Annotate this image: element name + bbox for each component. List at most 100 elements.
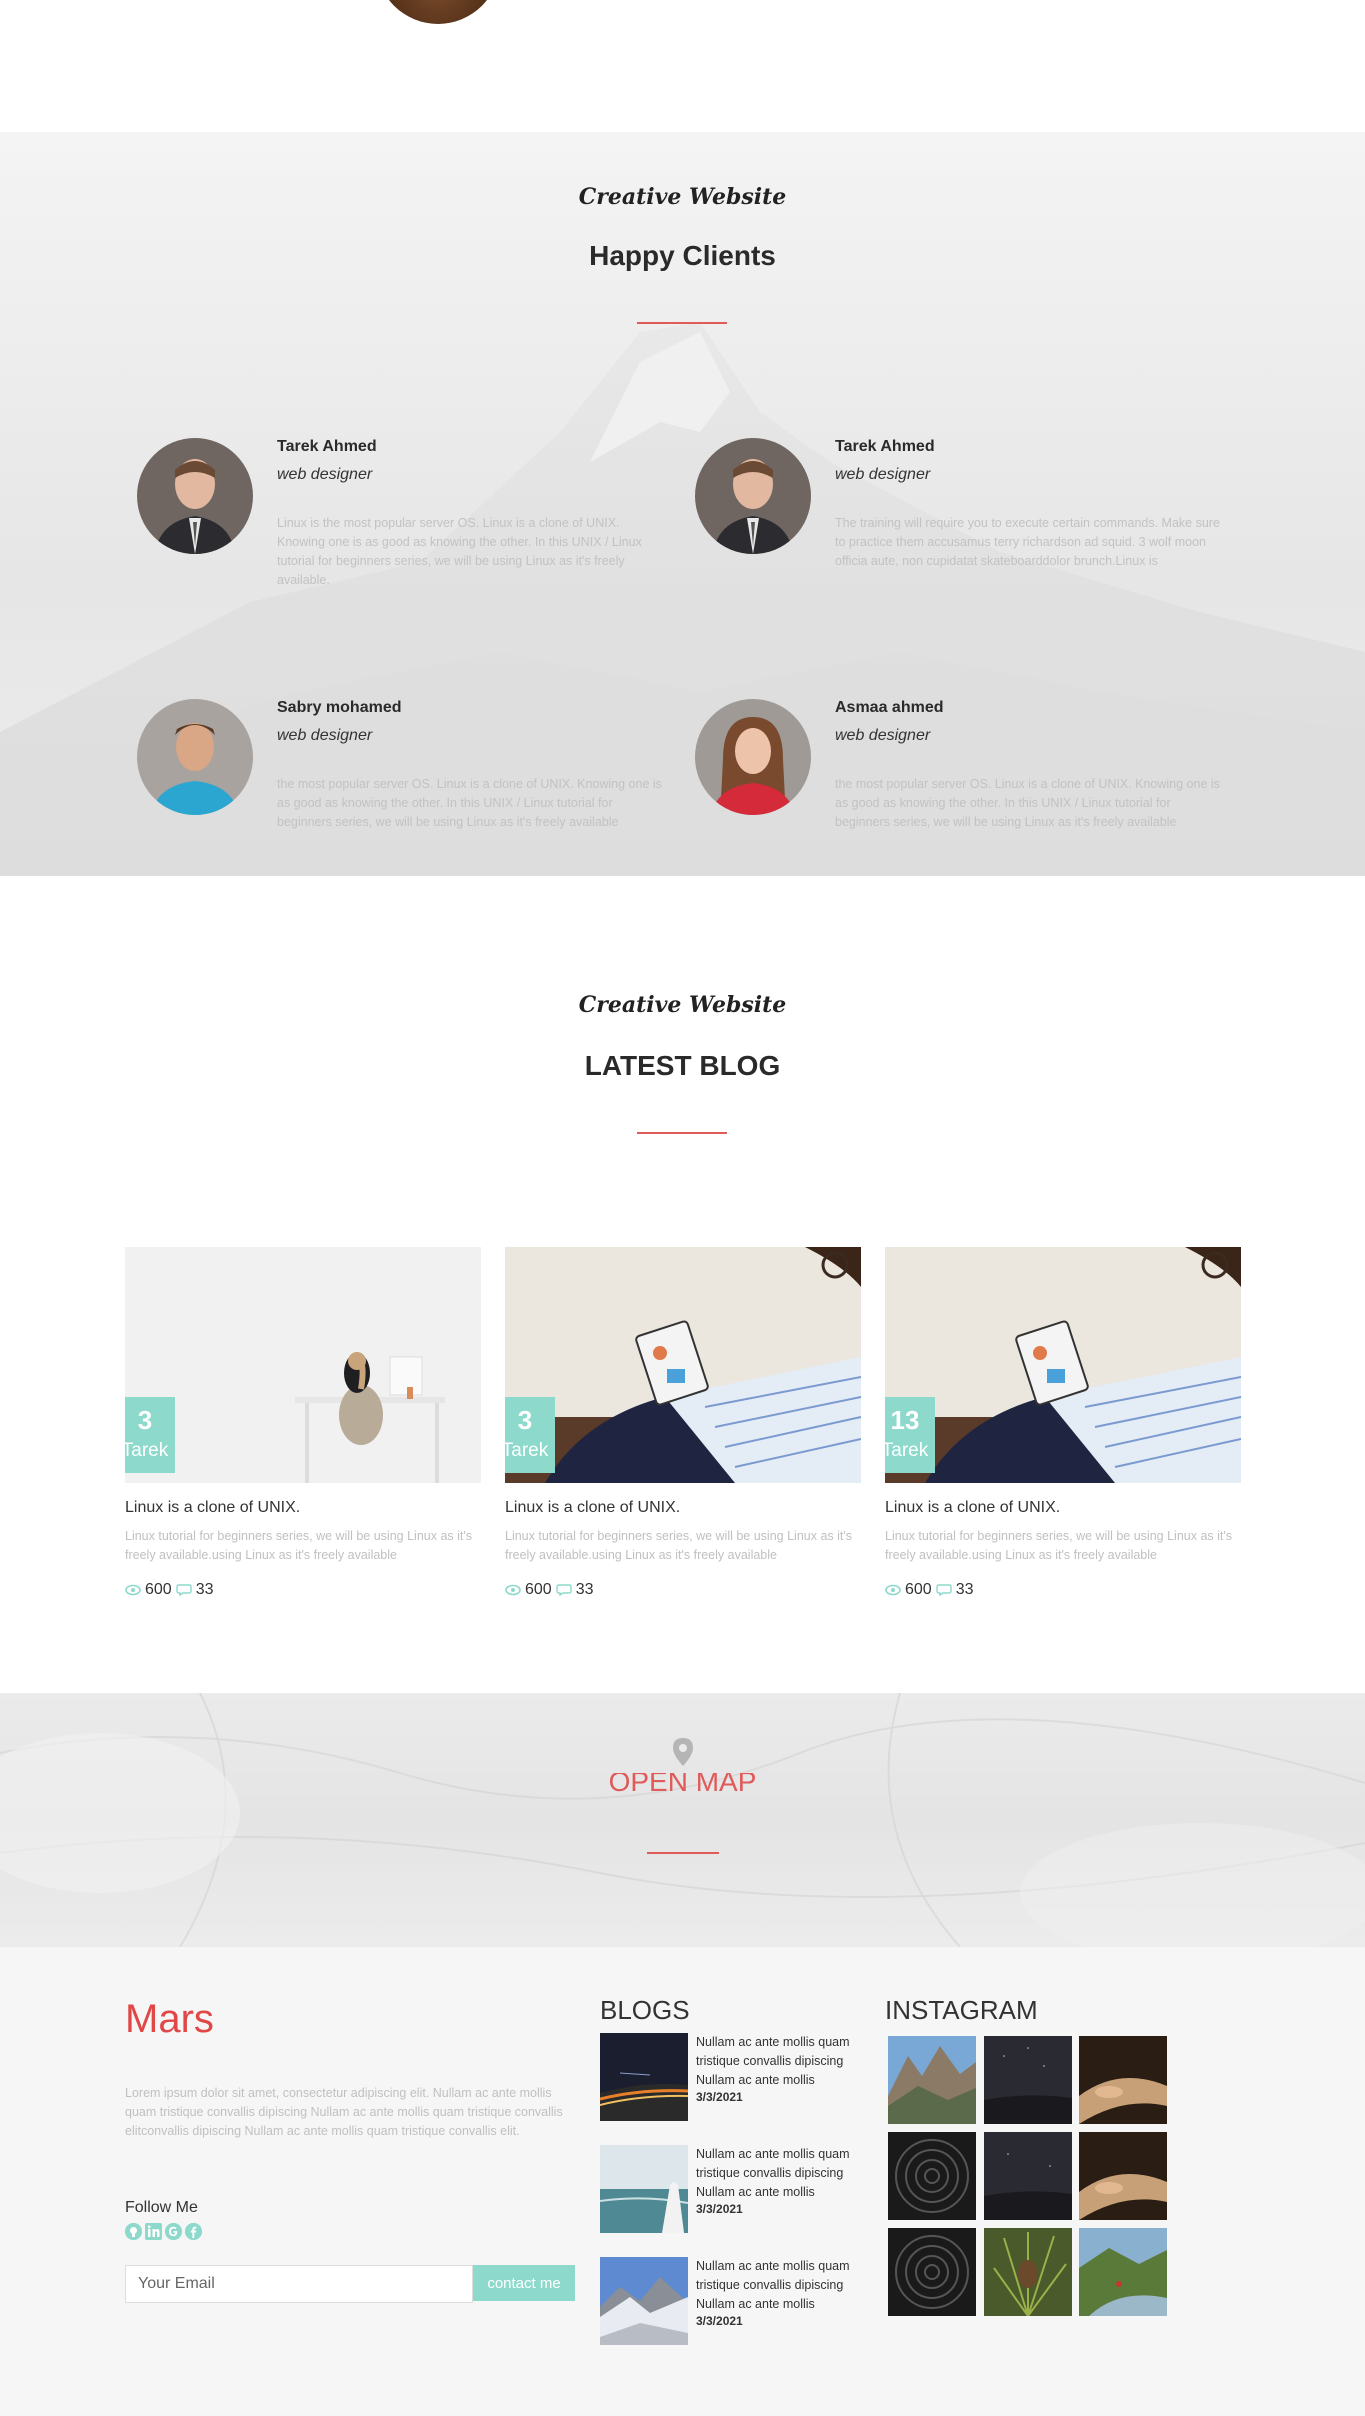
map-section[interactable]: OPEN MAP <box>0 1693 1365 1947</box>
github-icon[interactable] <box>125 2223 142 2240</box>
footer-blog-date: 3/3/2021 <box>696 2202 743 2216</box>
footer-about: Lorem ipsum dolor sit amet, consectetur … <box>125 2086 563 2138</box>
view-count: 600 <box>145 1581 172 1598</box>
client-card: Tarek Ahmed web designer Linux is the mo… <box>137 438 677 587</box>
google-icon[interactable] <box>165 2223 182 2240</box>
client-role: web designer <box>277 466 373 483</box>
client-testimonial: the most popular server OS. Linux is a c… <box>835 777 1220 829</box>
section-divider <box>637 1132 727 1134</box>
comment-icon <box>176 1584 192 1596</box>
blog-day: 3 <box>517 1405 533 1435</box>
instagram-photo[interactable] <box>1079 2228 1167 2316</box>
social-links <box>125 2223 202 2240</box>
footer-blog-text[interactable]: Nullam ac ante mollis quam tristique con… <box>696 2257 871 2314</box>
client-card: Asmaa ahmed web designer the most popula… <box>695 699 1235 839</box>
comment-count: 33 <box>575 1581 594 1598</box>
instagram-photo[interactable] <box>1079 2036 1167 2124</box>
team-member-avatar <box>376 0 500 24</box>
client-name: Asmaa ahmed <box>835 699 944 716</box>
section-divider <box>647 1852 719 1854</box>
blog-image[interactable]: 13 Tarek <box>885 1247 1241 1483</box>
blog-date-badge: 3 Tarek <box>505 1397 555 1473</box>
blog-subtitle: Creative Website <box>578 992 787 1018</box>
blog-author: Tarek <box>885 1440 929 1461</box>
client-role: web designer <box>835 466 931 483</box>
blog-author: Tarek <box>125 1440 169 1461</box>
email-input[interactable] <box>125 2265 473 2303</box>
comment-icon <box>936 1584 952 1596</box>
footer-brand[interactable]: Mars <box>125 1997 214 2042</box>
blog-post-title[interactable]: Linux is a clone of UNIX. <box>125 1499 481 1517</box>
map-pin-icon[interactable] <box>673 1738 693 1766</box>
blog-image[interactable]: 3 Tarek <box>125 1247 481 1483</box>
footer-blog-text[interactable]: Nullam ac ante mollis quam tristique con… <box>696 2033 871 2090</box>
footer-blog-date: 3/3/2021 <box>696 2090 743 2104</box>
footer-blog-thumb[interactable] <box>600 2145 688 2233</box>
client-testimonial: The training will require you to execute… <box>835 516 1220 568</box>
client-card: Sabry mohamed web designer the most popu… <box>137 699 677 839</box>
blog-stats: 600 33 <box>505 1581 861 1599</box>
client-role: web designer <box>835 727 931 744</box>
facebook-icon[interactable] <box>185 2223 202 2240</box>
client-name: Tarek Ahmed <box>835 438 935 455</box>
comment-count: 33 <box>195 1581 214 1598</box>
client-photo <box>695 699 811 815</box>
open-map-link[interactable]: OPEN MAP <box>0 1773 1365 1795</box>
eye-icon <box>885 1584 901 1596</box>
blog-post-excerpt: Linux tutorial for beginners series, we … <box>505 1529 853 1562</box>
client-photo <box>695 438 811 554</box>
clients-section: Creative Website Happy Clients Tarek Ahm… <box>0 132 1365 876</box>
blog-stats: 600 33 <box>125 1581 481 1599</box>
client-card: Tarek Ahmed web designer The training wi… <box>695 438 1235 578</box>
blog-card[interactable]: 3 Tarek Linux is a clone of UNIX. Linux … <box>125 1247 481 1599</box>
eye-icon <box>125 1584 141 1596</box>
clients-subtitle: Creative Website <box>578 184 787 210</box>
footer-blog-item[interactable]: Nullam ac ante mollis quam tristique con… <box>600 2033 880 2123</box>
footer-blog-date: 3/3/2021 <box>696 2314 743 2328</box>
instagram-heading: INSTAGRAM <box>885 1995 1038 2025</box>
blog-day: 13 <box>890 1405 920 1435</box>
follow-label: Follow Me <box>125 2199 198 2216</box>
comment-count: 33 <box>955 1581 974 1598</box>
blog-date-badge: 3 Tarek <box>125 1397 175 1473</box>
instagram-photo[interactable] <box>984 2132 1072 2220</box>
clients-title: Happy Clients <box>589 240 776 271</box>
eye-icon <box>505 1584 521 1596</box>
map-texture <box>0 1693 1365 1947</box>
instagram-photo[interactable] <box>888 2228 976 2316</box>
footer-blog-text[interactable]: Nullam ac ante mollis quam tristique con… <box>696 2145 871 2202</box>
blog-date-badge: 13 Tarek <box>885 1397 935 1473</box>
footer: Mars Lorem ipsum dolor sit amet, consect… <box>0 1947 1365 2416</box>
blog-card[interactable]: 13 Tarek Linux is a clone of UNIX. Linux… <box>885 1247 1241 1599</box>
blog-title: LATEST BLOG <box>584 1050 781 1081</box>
comment-icon <box>556 1584 572 1596</box>
client-photo <box>137 699 253 815</box>
instagram-photo[interactable] <box>888 2132 976 2220</box>
page: Creative Website Happy Clients Tarek Ahm… <box>0 0 1365 2416</box>
blog-author: Tarek <box>505 1440 549 1461</box>
client-name: Sabry mohamed <box>277 699 402 716</box>
linkedin-icon[interactable] <box>145 2223 162 2240</box>
footer-blog-item[interactable]: Nullam ac ante mollis quam tristique con… <box>600 2257 880 2347</box>
blog-card[interactable]: 3 Tarek Linux is a clone of UNIX. Linux … <box>505 1247 861 1599</box>
blog-stats: 600 33 <box>885 1581 1241 1599</box>
blog-post-excerpt: Linux tutorial for beginners series, we … <box>885 1529 1233 1562</box>
blog-post-title[interactable]: Linux is a clone of UNIX. <box>505 1499 861 1517</box>
view-count: 600 <box>905 1581 932 1598</box>
instagram-photo[interactable] <box>888 2036 976 2124</box>
footer-blog-thumb[interactable] <box>600 2033 688 2121</box>
instagram-photo[interactable] <box>984 2228 1072 2316</box>
footer-blog-item[interactable]: Nullam ac ante mollis quam tristique con… <box>600 2145 880 2235</box>
instagram-photo[interactable] <box>1079 2132 1167 2220</box>
section-divider <box>637 322 727 324</box>
blog-post-excerpt: Linux tutorial for beginners series, we … <box>125 1529 473 1562</box>
blog-post-title[interactable]: Linux is a clone of UNIX. <box>885 1499 1241 1517</box>
instagram-photo[interactable] <box>984 2036 1072 2124</box>
view-count: 600 <box>525 1581 552 1598</box>
client-testimonial: the most popular server OS. Linux is a c… <box>277 777 662 829</box>
contact-me-button[interactable]: contact me <box>473 2265 575 2301</box>
blog-day: 3 <box>137 1405 153 1435</box>
footer-blog-thumb[interactable] <box>600 2257 688 2345</box>
client-photo <box>137 438 253 554</box>
blog-image[interactable]: 3 Tarek <box>505 1247 861 1483</box>
